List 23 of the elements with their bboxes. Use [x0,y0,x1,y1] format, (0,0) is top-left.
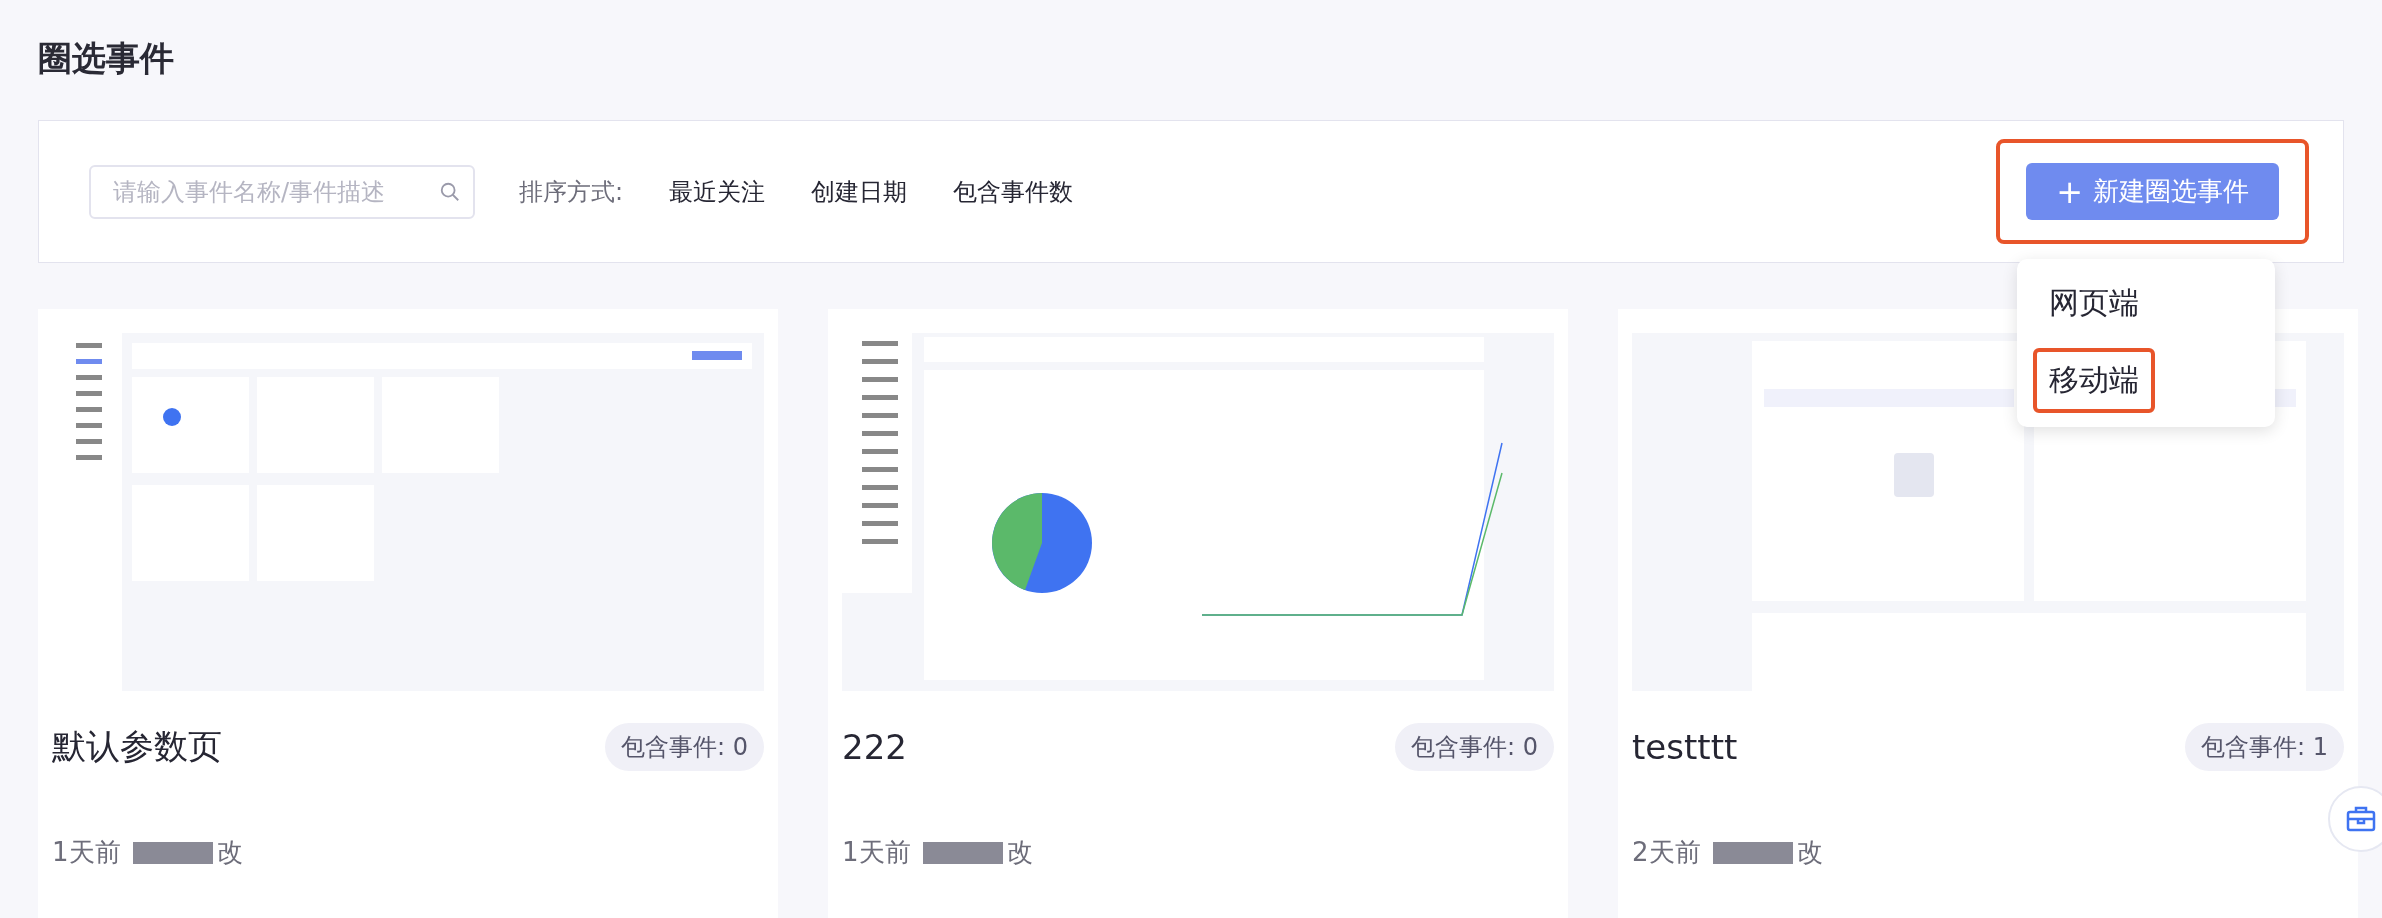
card-title: 默认参数页 [52,725,222,768]
modified-label: 改 [216,836,243,869]
search-icon [439,180,461,203]
sort-option[interactable]: 创建日期 [811,175,908,208]
modified-label: 改 [1006,836,1033,869]
event-card[interactable]: 默认参数页 包含事件: 0 1天前 改 [38,309,778,918]
page-title: 圈选事件 [38,37,175,80]
event-card[interactable]: 222 包含事件: 0 1天前 改 [828,309,1568,918]
event-count-badge: 包含事件: 0 [1395,723,1554,771]
event-count-badge: 包含事件: 1 [2185,723,2344,771]
sort-label: 排序方式: [519,176,624,208]
card-title: 222 [842,727,907,767]
card-title: testttt [1632,727,1738,767]
menu-item[interactable]: 移动端 [2033,348,2155,413]
sort-option[interactable]: 包含事件数 [953,175,1074,208]
modified-time: 2天前 [1632,836,1701,869]
modified-time: 1天前 [52,836,121,869]
sort-option[interactable]: 最近关注 [669,175,766,208]
modified-label: 改 [1796,836,1823,869]
toolbox-icon [2346,805,2376,833]
event-count-badge: 包含事件: 0 [605,723,764,771]
search-field[interactable]: 请输入事件名称/事件描述 [89,164,475,219]
modified-time: 1天前 [842,836,911,869]
